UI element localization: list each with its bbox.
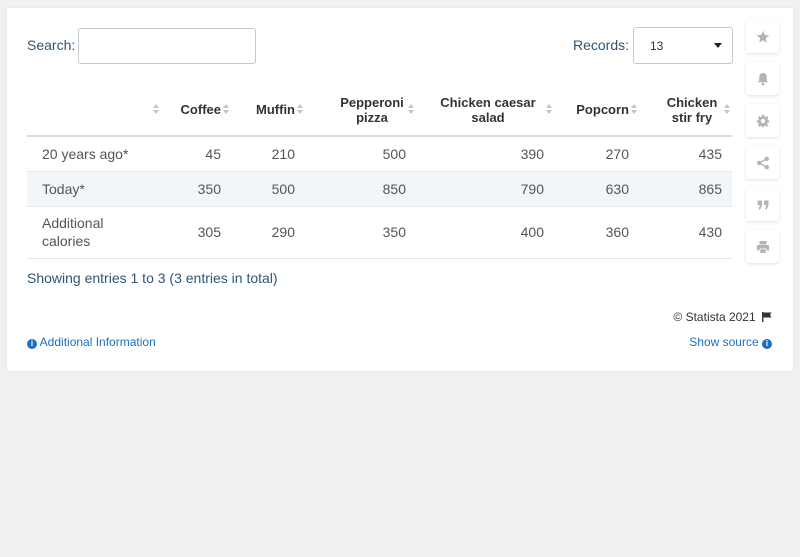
statistic-card: Search: Records: 13 Coffee Muffin Pepper… bbox=[7, 8, 793, 371]
favorite-button[interactable] bbox=[746, 20, 779, 53]
sort-icon bbox=[631, 104, 638, 116]
show-source-link[interactable]: Show source i bbox=[689, 335, 772, 349]
print-icon bbox=[756, 240, 769, 253]
quote-icon bbox=[757, 200, 768, 209]
table-header-row: Coffee Muffin Pepperoni pizza Chicken ca… bbox=[27, 84, 732, 137]
table-cell: 270 bbox=[554, 136, 639, 172]
share-icon bbox=[756, 156, 769, 169]
column-header-pepperoni-pizza[interactable]: Pepperoni pizza bbox=[305, 84, 416, 137]
records-label: Records: bbox=[573, 37, 630, 53]
table-cell: 400 bbox=[416, 206, 554, 259]
table-cell: 790 bbox=[416, 171, 554, 207]
flag-icon[interactable] bbox=[762, 312, 772, 322]
column-header-chicken-caesar-salad[interactable]: Chicken caesar salad bbox=[416, 84, 554, 137]
column-header[interactable] bbox=[27, 84, 161, 137]
column-header-chicken-stir-fry[interactable]: Chicken stir fry bbox=[639, 84, 732, 137]
star-icon bbox=[756, 30, 769, 43]
additional-information-link[interactable]: i Additional Information bbox=[27, 335, 156, 349]
records-value: 13 bbox=[650, 39, 664, 53]
chevron-down-icon bbox=[714, 43, 722, 48]
table-cell: 390 bbox=[416, 136, 554, 172]
column-header-coffee[interactable]: Coffee bbox=[161, 84, 231, 137]
row-label: Additional calories bbox=[27, 206, 161, 259]
search-label: Search: bbox=[27, 37, 76, 53]
row-label: Today* bbox=[27, 171, 161, 207]
table-cell: 290 bbox=[231, 206, 305, 259]
table-row: Additional calories 305 290 350 400 360 … bbox=[27, 206, 732, 259]
table-cell: 630 bbox=[554, 171, 639, 207]
sort-icon bbox=[546, 104, 553, 116]
table-cell: 435 bbox=[639, 136, 732, 172]
records-select[interactable]: 13 bbox=[633, 27, 733, 64]
share-button[interactable] bbox=[746, 146, 779, 179]
sort-icon bbox=[408, 104, 415, 116]
table-row: 20 years ago* 45 210 500 390 270 435 bbox=[27, 136, 732, 172]
cite-button[interactable] bbox=[746, 188, 779, 221]
info-icon: i bbox=[762, 339, 772, 349]
sidebar-toolbar bbox=[746, 20, 780, 272]
table-cell: 45 bbox=[161, 136, 231, 172]
table-cell: 350 bbox=[305, 206, 416, 259]
print-button[interactable] bbox=[746, 230, 779, 263]
table-cell: 430 bbox=[639, 206, 732, 259]
table-cell: 500 bbox=[231, 171, 305, 207]
row-label: 20 years ago* bbox=[27, 136, 161, 172]
copyright-text: © Statista 2021 bbox=[673, 310, 756, 324]
table-cell: 850 bbox=[305, 171, 416, 207]
sort-icon bbox=[223, 104, 230, 116]
search-input[interactable] bbox=[78, 28, 256, 64]
sort-icon bbox=[297, 104, 304, 116]
table-cell: 360 bbox=[554, 206, 639, 259]
table-cell: 350 bbox=[161, 171, 231, 207]
settings-button[interactable] bbox=[746, 104, 779, 137]
bell-icon bbox=[757, 72, 768, 85]
copyright: © Statista 2021 bbox=[673, 310, 772, 324]
table-row: Today* 350 500 850 790 630 865 bbox=[27, 171, 732, 207]
table-cell: 305 bbox=[161, 206, 231, 259]
gear-icon bbox=[756, 114, 769, 127]
sort-icon bbox=[153, 104, 160, 116]
table-cell: 865 bbox=[639, 171, 732, 207]
notification-button[interactable] bbox=[746, 62, 779, 95]
column-header-popcorn[interactable]: Popcorn bbox=[554, 84, 639, 137]
data-table: Coffee Muffin Pepperoni pizza Chicken ca… bbox=[27, 84, 732, 259]
table-cell: 210 bbox=[231, 136, 305, 172]
entries-info: Showing entries 1 to 3 (3 entries in tot… bbox=[27, 270, 278, 286]
table-cell: 500 bbox=[305, 136, 416, 172]
column-header-muffin[interactable]: Muffin bbox=[231, 84, 305, 137]
sort-icon bbox=[724, 104, 731, 116]
info-icon: i bbox=[27, 339, 37, 349]
